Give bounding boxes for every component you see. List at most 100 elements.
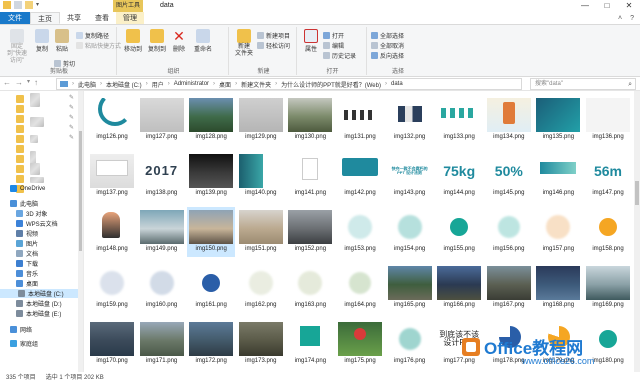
file-item[interactable]: img169.png <box>584 263 632 313</box>
file-item[interactable]: img154.png <box>386 207 434 257</box>
new-item-button[interactable]: 新建项目 <box>257 31 290 40</box>
breadcrumb-item[interactable]: 此电脑 <box>78 80 96 89</box>
forward-icon[interactable]: → <box>15 78 23 87</box>
file-item[interactable]: img175.png <box>336 319 384 369</box>
paste-shortcut-button[interactable]: 粘贴快捷方式 <box>76 41 121 50</box>
breadcrumb-item[interactable]: Administrator <box>174 81 209 87</box>
file-item[interactable]: img164.png <box>336 263 384 313</box>
quick-access-folder-icon[interactable] <box>16 175 24 183</box>
breadcrumb-separator[interactable]: › <box>146 81 148 87</box>
nav-item[interactable]: 本地磁盘 (D:) <box>16 299 62 308</box>
breadcrumb-separator[interactable]: › <box>385 81 387 87</box>
file-item[interactable]: img159.png <box>88 263 136 313</box>
nav-item[interactable]: 本地磁盘 (C:) <box>0 289 78 298</box>
nav-item[interactable]: 音乐 <box>16 269 38 278</box>
open-button[interactable]: 打开 <box>323 31 344 40</box>
dropdown-icon[interactable]: ▾ <box>36 1 44 9</box>
nav-item[interactable]: 桌面 <box>16 279 38 288</box>
file-item[interactable]: img128.png <box>187 95 235 145</box>
file-item[interactable]: img174.png <box>286 319 334 369</box>
copy-button[interactable]: 复制 <box>32 29 52 53</box>
move-to-button[interactable]: 移动到 <box>121 29 145 53</box>
address-bar[interactable]: › 此电脑 › 本地磁盘 (C:) › 用户 › Administrator › 桌面 › 新建文件夹… <box>56 78 522 90</box>
quick-access-folder-icon[interactable] <box>16 165 24 173</box>
file-item[interactable]: img142.png <box>336 151 384 201</box>
file-item[interactable]: img152.png <box>286 207 334 257</box>
nav-scroll-thumb[interactable] <box>79 131 82 251</box>
file-item[interactable]: 50% img145.png <box>485 151 533 201</box>
file-item[interactable]: img133.png <box>435 95 483 145</box>
nav-item[interactable]: 本地磁盘 (E:) <box>16 309 61 318</box>
file-item[interactable]: img171.png <box>138 319 186 369</box>
edit-button[interactable]: 编辑 <box>323 41 344 50</box>
nav-item[interactable]: 视频 <box>16 229 38 238</box>
help-icon[interactable]: ? <box>630 15 634 22</box>
breadcrumb-separator[interactable]: › <box>213 81 215 87</box>
file-item[interactable]: img126.png <box>88 95 136 145</box>
select-none-button[interactable]: 全部取消 <box>371 41 404 50</box>
paste-button[interactable]: 粘贴 <box>52 29 72 53</box>
file-item[interactable]: img161.png <box>187 263 235 313</box>
new-folder-button[interactable]: 新建 文件夹 <box>233 29 255 58</box>
copy-to-button[interactable]: 复制到 <box>145 29 169 53</box>
nav-item[interactable]: 3D 对象 <box>16 209 47 218</box>
file-item[interactable]: img162.png <box>237 263 285 313</box>
quick-access-folder-icon[interactable] <box>16 115 24 123</box>
file-item[interactable]: 2017 img138.png <box>138 151 186 201</box>
breadcrumb-separator[interactable]: › <box>275 81 277 87</box>
file-item[interactable]: 快充一款不会腐朽的 PPT 设计法则 img143.png <box>386 151 434 201</box>
search-input[interactable]: 搜索"data" ⌕ <box>530 78 636 90</box>
quick-access-folder-icon[interactable] <box>16 155 24 163</box>
file-item[interactable]: img153.png <box>336 207 384 257</box>
properties-icon[interactable] <box>14 1 22 9</box>
breadcrumb-separator[interactable]: › <box>72 81 74 87</box>
file-item[interactable]: img165.png <box>386 263 434 313</box>
nav-item[interactable]: WPS云文档 <box>16 219 58 228</box>
file-item[interactable]: img132.png <box>386 95 434 145</box>
file-item[interactable]: img167.png <box>485 263 533 313</box>
nav-item[interactable]: 下载 <box>16 259 38 268</box>
delete-button[interactable]: ✕ 删除 <box>169 29 189 53</box>
quick-access-folder-icon[interactable] <box>16 95 24 103</box>
quick-access-folder-icon[interactable] <box>16 135 24 143</box>
properties-button[interactable]: 属性 <box>301 29 321 53</box>
tab-home[interactable]: 主页 <box>30 12 60 24</box>
tab-share[interactable]: 共享 <box>60 12 88 24</box>
pin-quick-access-button[interactable]: 固定到"快速访问" <box>4 29 30 65</box>
content-scrollbar[interactable] <box>634 91 640 372</box>
file-item[interactable]: img136.png <box>584 95 632 145</box>
file-item[interactable]: img135.png <box>534 95 582 145</box>
rename-button[interactable]: 重命名 <box>191 29 215 53</box>
tab-file[interactable]: 文件 <box>0 12 30 24</box>
nav-item[interactable]: OneDrive <box>10 185 45 192</box>
breadcrumb-item[interactable]: 本地磁盘 (C:) <box>106 80 142 89</box>
file-item[interactable]: 56m img147.png <box>584 151 632 201</box>
breadcrumb-item[interactable]: 用户 <box>152 80 164 89</box>
nav-item[interactable]: 家庭组 <box>10 339 38 348</box>
file-item[interactable]: img137.png <box>88 151 136 201</box>
nav-item[interactable]: 此电脑 <box>10 199 38 208</box>
new-folder-icon[interactable] <box>25 1 33 9</box>
breadcrumb-separator[interactable]: › <box>235 81 237 87</box>
file-item[interactable]: img176.png <box>386 319 434 369</box>
content-scroll-thumb[interactable] <box>635 181 639 205</box>
file-item[interactable]: img140.png <box>237 151 285 201</box>
quick-access-folder-icon[interactable] <box>16 145 24 153</box>
file-item[interactable]: img127.png <box>138 95 186 145</box>
nav-scrollbar[interactable] <box>78 91 83 372</box>
file-item[interactable]: img148.png <box>88 207 136 257</box>
select-all-button[interactable]: 全部选择 <box>371 31 404 40</box>
file-item[interactable]: img173.png <box>237 319 285 369</box>
nav-item[interactable]: 文档 <box>16 249 38 258</box>
recent-dropdown-icon[interactable]: ▾ <box>27 78 30 87</box>
tab-manage[interactable]: 管理 <box>116 12 144 24</box>
file-item[interactable]: img160.png <box>138 263 186 313</box>
file-item[interactable]: img158.png <box>584 207 632 257</box>
up-icon[interactable]: ↑ <box>34 78 38 87</box>
nav-item[interactable]: 网络 <box>10 325 32 334</box>
breadcrumb-item[interactable]: 新建文件夹 <box>241 80 271 89</box>
quick-access-folder-icon[interactable] <box>16 105 24 113</box>
breadcrumb-item[interactable]: 为什么设计师的PPT就是好看？(Web) <box>281 80 381 89</box>
breadcrumb-separator[interactable]: › <box>168 81 170 87</box>
file-item[interactable]: img170.png <box>88 319 136 369</box>
